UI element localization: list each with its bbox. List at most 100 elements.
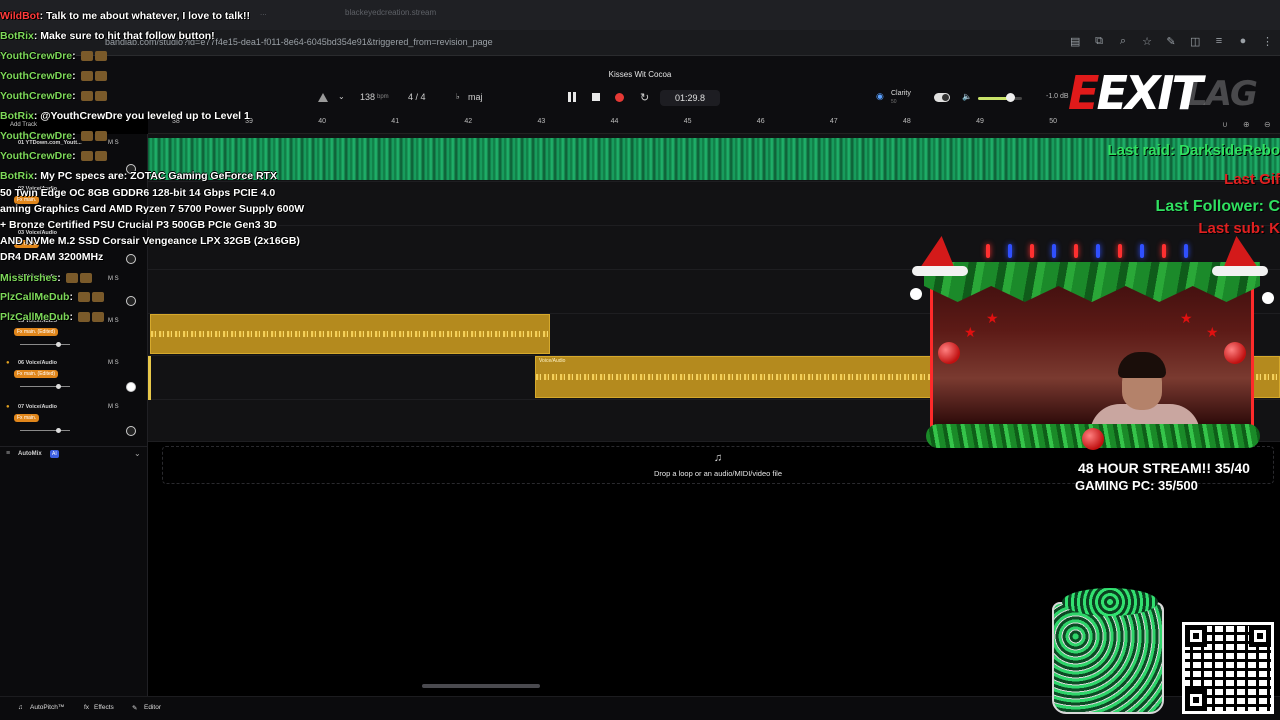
track-name[interactable]: 07 Voice/Audio [18, 404, 57, 410]
chat-text: : Make sure to hit that follow button! [33, 30, 215, 42]
record-button[interactable] [615, 93, 624, 102]
reader-icon[interactable]: ▤ [1070, 35, 1080, 48]
chevron-down-icon[interactable]: ⌄ [134, 449, 141, 458]
bookmark-star-icon[interactable]: ☆ [1142, 35, 1152, 48]
tempo-value[interactable]: 138 [360, 92, 375, 102]
zoom-out-icon[interactable]: ⊖ [1264, 120, 1271, 129]
chevron-down-icon[interactable]: ⌄ [338, 92, 345, 101]
effects-button[interactable]: Effects [94, 704, 114, 711]
key-value[interactable]: maj [468, 92, 483, 102]
master-volume-knob[interactable] [1006, 93, 1015, 102]
clarity-toggle[interactable] [934, 93, 950, 102]
emote-icon [80, 51, 93, 62]
autopitch-button[interactable]: AutoPitch™ [30, 704, 64, 711]
pan-knob[interactable] [126, 426, 136, 436]
automix-row[interactable]: ≡ AutoMix AI ⌄ [0, 446, 148, 462]
mute-solo-buttons[interactable]: M S [108, 360, 119, 366]
editor-button[interactable]: Editor [144, 704, 161, 711]
metronome-icon[interactable] [318, 93, 328, 102]
pause-button[interactable] [566, 91, 578, 103]
chat-text: AND NVMe M.2 SSD Corsair Vengeance LPX 3… [0, 235, 300, 247]
emote-icon [80, 131, 93, 142]
magnet-icon[interactable]: ∪ [1222, 120, 1228, 129]
chat-username: YouthCrewDre [0, 90, 73, 102]
loop-icon[interactable]: ↻ [640, 91, 649, 104]
playhead[interactable] [148, 356, 151, 400]
volume-fader[interactable] [20, 342, 70, 347]
profile-avatar-icon[interactable]: ● [1238, 35, 1248, 48]
clarity-icon: ◉ [876, 91, 884, 101]
ruler-bar-number: 50 [1049, 118, 1057, 125]
kebab-menu-icon[interactable]: ⋮ [1262, 35, 1273, 48]
emote-icon [94, 71, 107, 82]
add-track-button[interactable]: Add Track [10, 122, 37, 128]
light-bulb-icon [1074, 244, 1078, 258]
track-name[interactable]: 06 Voice/Audio [18, 360, 57, 366]
chat-message: YouthCrewDre: [0, 70, 107, 82]
ruler-bar-number: 49 [976, 118, 984, 125]
chat-text: : Talk to me about whatever, I love to t… [39, 10, 250, 22]
emote-icon [94, 91, 107, 102]
santa-hat-fur [912, 266, 968, 276]
pan-knob[interactable] [126, 296, 136, 306]
pan-knob[interactable] [126, 254, 136, 264]
horizontal-scrollbar[interactable] [422, 684, 540, 688]
browser-tab[interactable]: blackeyedcreation.stream [345, 8, 436, 17]
volume-fader[interactable] [20, 428, 70, 433]
zoom-icon[interactable]: ⌕ [1118, 35, 1128, 48]
microphone-icon: ● [6, 360, 10, 366]
volume-fader[interactable] [20, 384, 70, 389]
time-display: 01:29.8 [660, 90, 720, 106]
mute-solo-buttons[interactable]: M S [108, 404, 119, 410]
automix-label[interactable]: AutoMix [18, 451, 42, 457]
speaker-icon[interactable]: 🔈 [962, 92, 972, 101]
key-icon: ♭ [456, 92, 460, 101]
mute-solo-buttons[interactable]: M S [108, 140, 119, 146]
track-header[interactable]: ● 06 Voice/Audio Fx main. (Edited) M S [0, 356, 148, 400]
fx-badge[interactable]: Fx main. [14, 414, 40, 422]
chat-username: PlzCallMeDub [0, 291, 70, 303]
pan-knob[interactable] [126, 382, 136, 392]
stream-goal-text: 48 HOUR STREAM!! 35/40 [1078, 460, 1250, 476]
chat-message: YouthCrewDre: [0, 150, 107, 162]
mute-solo-buttons[interactable]: M S [108, 318, 119, 324]
qr-finder [1185, 689, 1207, 711]
chat-username: BotRix [0, 30, 34, 42]
share-icon[interactable]: ⧉ [1094, 35, 1104, 48]
chat-message: + Bronze Certified PSU Crucial P3 500GB … [0, 219, 277, 231]
track-header[interactable]: 03 Voice/Audio Fx main. [0, 226, 148, 270]
star-icon: ★ [1206, 324, 1219, 340]
last-sub-text: Last sub: K [1198, 220, 1280, 237]
browser-tab[interactable]: ... [260, 8, 267, 17]
light-bulb-icon [1184, 244, 1188, 258]
emote-icon [77, 312, 90, 323]
chat-text: : [72, 50, 79, 62]
zoom-in-icon[interactable]: ⊕ [1243, 120, 1250, 129]
fx-badge[interactable]: Fx main. (Edited) [14, 328, 59, 336]
sliders-icon: ≡ [6, 450, 11, 457]
track-lane[interactable] [148, 182, 1280, 226]
time-signature[interactable]: 4 / 4 [408, 92, 426, 102]
extensions-icon[interactable]: ✎ [1166, 35, 1176, 48]
track-header[interactable]: ● 07 Voice/Audio Fx main. M S [0, 400, 148, 442]
fx-badge[interactable]: Fx main. (Edited) [14, 370, 59, 378]
chat-message: YouthCrewDre: [0, 90, 107, 102]
chat-text: : [57, 272, 64, 284]
region-label: Voice/Audio [539, 358, 566, 364]
pc-goal-text: GAMING PC: 35/500 [1075, 478, 1198, 493]
downloads-icon[interactable]: ≡ [1214, 35, 1224, 48]
chat-message: YouthCrewDre: [0, 130, 107, 142]
emote-icon [65, 273, 78, 284]
ornament-icon [1224, 342, 1246, 364]
santa-hat-fur [1212, 266, 1268, 276]
mute-solo-buttons[interactable]: M S [108, 276, 119, 282]
sidepanel-icon[interactable]: ◫ [1190, 35, 1200, 48]
audio-region[interactable] [150, 314, 550, 354]
ruler-bar-number: 42 [464, 118, 473, 125]
master-volume-slider[interactable] [978, 97, 1022, 100]
chat-message: PlzCallMeDub: [0, 291, 104, 303]
stop-button[interactable] [592, 93, 600, 101]
chat-text: 50 Twin Edge OC 8GB GDDR6 128-bit 14 Gbp… [0, 187, 276, 199]
volume-db: -1.0 dB [1046, 93, 1069, 100]
chat-username: MissIrishes [0, 272, 58, 284]
